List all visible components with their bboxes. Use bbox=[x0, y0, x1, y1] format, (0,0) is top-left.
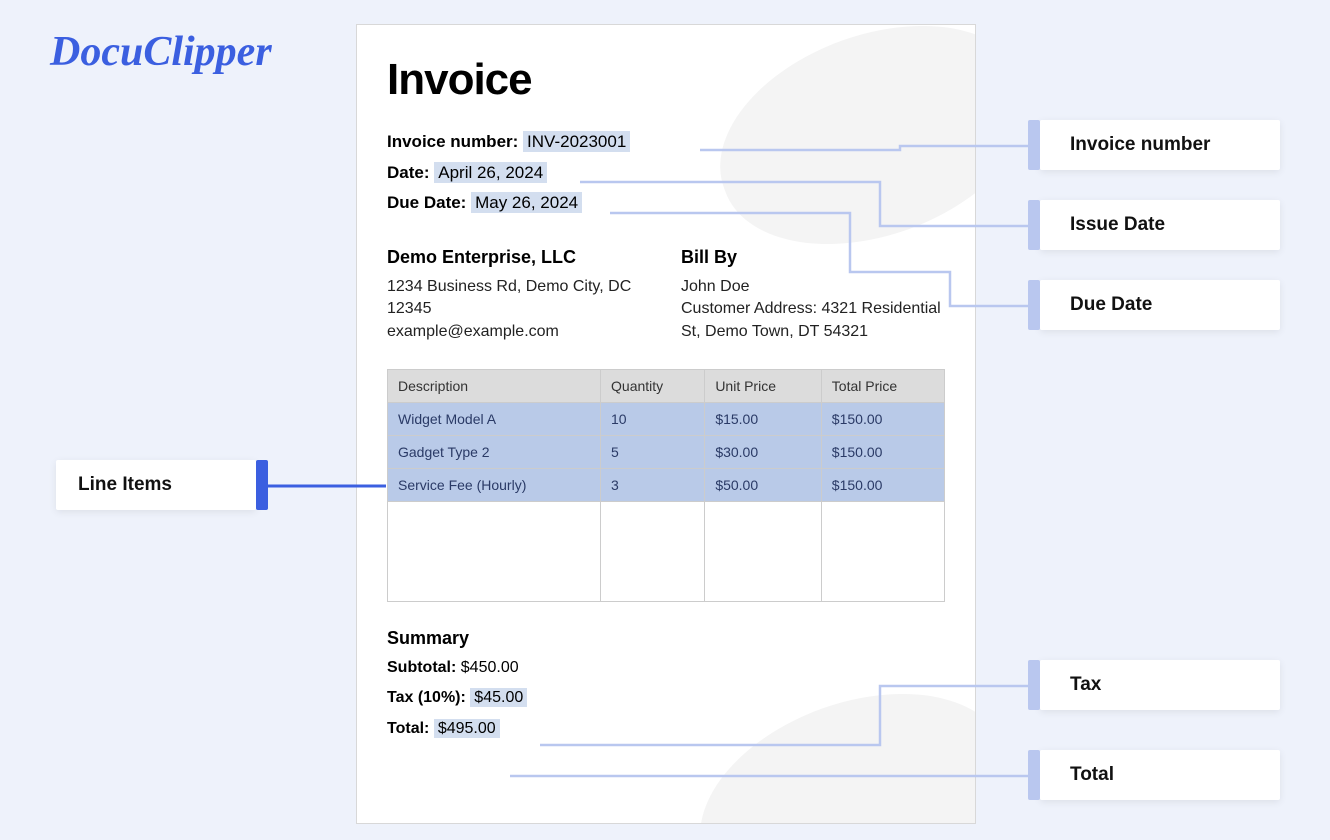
date-label: Date: bbox=[387, 163, 430, 182]
cell-unit_price: $50.00 bbox=[705, 468, 821, 501]
callout-issue-date: Issue Date bbox=[1040, 200, 1280, 250]
bill-by-block: Bill By John Doe Customer Address: 4321 … bbox=[681, 247, 945, 343]
table-row: Service Fee (Hourly)3$50.00$150.00 bbox=[388, 468, 945, 501]
date-value: April 26, 2024 bbox=[434, 162, 547, 183]
cell-total_price: $150.00 bbox=[821, 435, 944, 468]
table-row: Widget Model A10$15.00$150.00 bbox=[388, 402, 945, 435]
date-line: Date: April 26, 2024 bbox=[387, 158, 945, 189]
bill-by-heading: Bill By bbox=[681, 247, 945, 268]
bill-by-name: John Doe bbox=[681, 276, 945, 298]
cell-description: Service Fee (Hourly) bbox=[388, 468, 601, 501]
col-description: Description bbox=[388, 369, 601, 402]
from-name: Demo Enterprise, LLC bbox=[387, 247, 651, 268]
cell-description: Widget Model A bbox=[388, 402, 601, 435]
col-unit-price: Unit Price bbox=[705, 369, 821, 402]
col-quantity: Quantity bbox=[601, 369, 705, 402]
total-value: $495.00 bbox=[434, 719, 500, 738]
cell-description: Gadget Type 2 bbox=[388, 435, 601, 468]
due-date-line: Due Date: May 26, 2024 bbox=[387, 188, 945, 219]
doc-title: Invoice bbox=[387, 55, 945, 105]
due-date-label: Due Date: bbox=[387, 193, 466, 212]
tax-line: Tax (10%): $45.00 bbox=[387, 683, 945, 713]
table-row-empty bbox=[388, 501, 945, 601]
callout-tax: Tax bbox=[1040, 660, 1280, 710]
subtotal-label: Subtotal: bbox=[387, 659, 456, 676]
total-label: Total: bbox=[387, 720, 429, 737]
summary-heading: Summary bbox=[387, 628, 945, 649]
from-address: 1234 Business Rd, Demo City, DC 12345 bbox=[387, 276, 651, 321]
from-email: example@example.com bbox=[387, 321, 651, 343]
invoice-number-label: Invoice number: bbox=[387, 132, 518, 151]
subtotal-value: $450.00 bbox=[461, 659, 519, 676]
line-items-table: Description Quantity Unit Price Total Pr… bbox=[387, 369, 945, 602]
cell-quantity: 3 bbox=[601, 468, 705, 501]
table-row: Gadget Type 25$30.00$150.00 bbox=[388, 435, 945, 468]
invoice-number-value: INV-2023001 bbox=[523, 131, 630, 152]
cell-unit_price: $15.00 bbox=[705, 402, 821, 435]
cell-quantity: 5 bbox=[601, 435, 705, 468]
invoice-number-line: Invoice number: INV-2023001 bbox=[387, 127, 945, 158]
invoice-document: Invoice Invoice number: INV-2023001 Date… bbox=[356, 24, 976, 824]
tax-label: Tax (10%): bbox=[387, 689, 466, 706]
cell-unit_price: $30.00 bbox=[705, 435, 821, 468]
bill-by-address: Customer Address: 4321 Residential St, D… bbox=[681, 298, 945, 343]
subtotal-line: Subtotal: $450.00 bbox=[387, 653, 945, 683]
due-date-value: May 26, 2024 bbox=[471, 192, 582, 213]
col-total-price: Total Price bbox=[821, 369, 944, 402]
total-line: Total: $495.00 bbox=[387, 714, 945, 744]
summary-block: Summary Subtotal: $450.00 Tax (10%): $45… bbox=[387, 628, 945, 744]
cell-total_price: $150.00 bbox=[821, 402, 944, 435]
callout-line-items: Line Items bbox=[56, 460, 256, 510]
cell-quantity: 10 bbox=[601, 402, 705, 435]
callout-due-date: Due Date bbox=[1040, 280, 1280, 330]
callout-total: Total bbox=[1040, 750, 1280, 800]
cell-total_price: $150.00 bbox=[821, 468, 944, 501]
callout-invoice-number: Invoice number bbox=[1040, 120, 1280, 170]
brand-logo: DocuClipper bbox=[50, 28, 272, 76]
tax-value: $45.00 bbox=[470, 688, 527, 707]
from-block: Demo Enterprise, LLC 1234 Business Rd, D… bbox=[387, 247, 651, 343]
